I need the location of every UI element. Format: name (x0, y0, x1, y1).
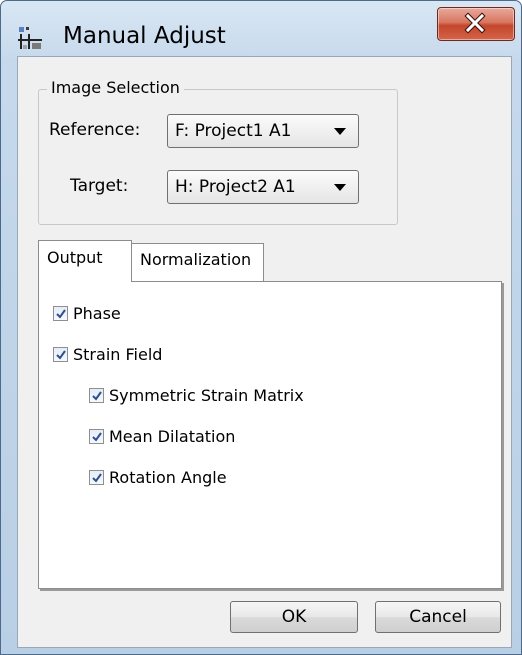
manual-adjust-window: Manual Adjust Image Selection Reference:… (0, 0, 522, 655)
reference-value: F: Project1 A1 (175, 121, 292, 141)
output-tab-panel: Phase Strain Field Symmetric Strain Matr… (38, 281, 502, 589)
tab-normalization-label: Normalization (140, 250, 252, 269)
target-value: H: Project2 A1 (175, 177, 296, 197)
tab-output-label: Output (47, 248, 103, 267)
target-dropdown[interactable]: H: Project2 A1 (167, 170, 359, 204)
close-icon (464, 12, 486, 34)
checkbox-check-icon (53, 306, 68, 321)
chevron-down-icon (334, 184, 346, 191)
rotation-angle-label: Rotation Angle (109, 468, 227, 487)
target-label: Target: (70, 176, 129, 196)
checkbox-check-icon (89, 388, 104, 403)
title-bar[interactable]: Manual Adjust (1, 1, 521, 55)
phase-label: Phase (73, 304, 121, 323)
window-title: Manual Adjust (63, 23, 226, 49)
reference-dropdown[interactable]: F: Project1 A1 (167, 114, 359, 148)
dialog-client-area: Image Selection Reference: F: Project1 A… (17, 56, 512, 648)
image-selection-group: Image Selection Reference: F: Project1 A… (38, 78, 398, 225)
ok-button[interactable]: OK (230, 601, 358, 633)
chevron-down-icon (334, 128, 346, 135)
image-selection-legend: Image Selection (47, 78, 184, 97)
tab-output[interactable]: Output (38, 240, 132, 282)
strain-field-label: Strain Field (73, 345, 163, 364)
checkbox-check-icon (53, 347, 68, 362)
mean-dilatation-label: Mean Dilatation (109, 427, 236, 446)
app-icon (17, 25, 43, 51)
tab-normalization[interactable]: Normalization (131, 243, 264, 281)
checkbox-check-icon (89, 429, 104, 444)
checkbox-check-icon (89, 470, 104, 485)
reference-label: Reference: (49, 120, 141, 140)
cancel-button[interactable]: Cancel (375, 601, 501, 633)
close-button[interactable] (437, 7, 515, 41)
symmetric-strain-matrix-label: Symmetric Strain Matrix (109, 386, 304, 405)
